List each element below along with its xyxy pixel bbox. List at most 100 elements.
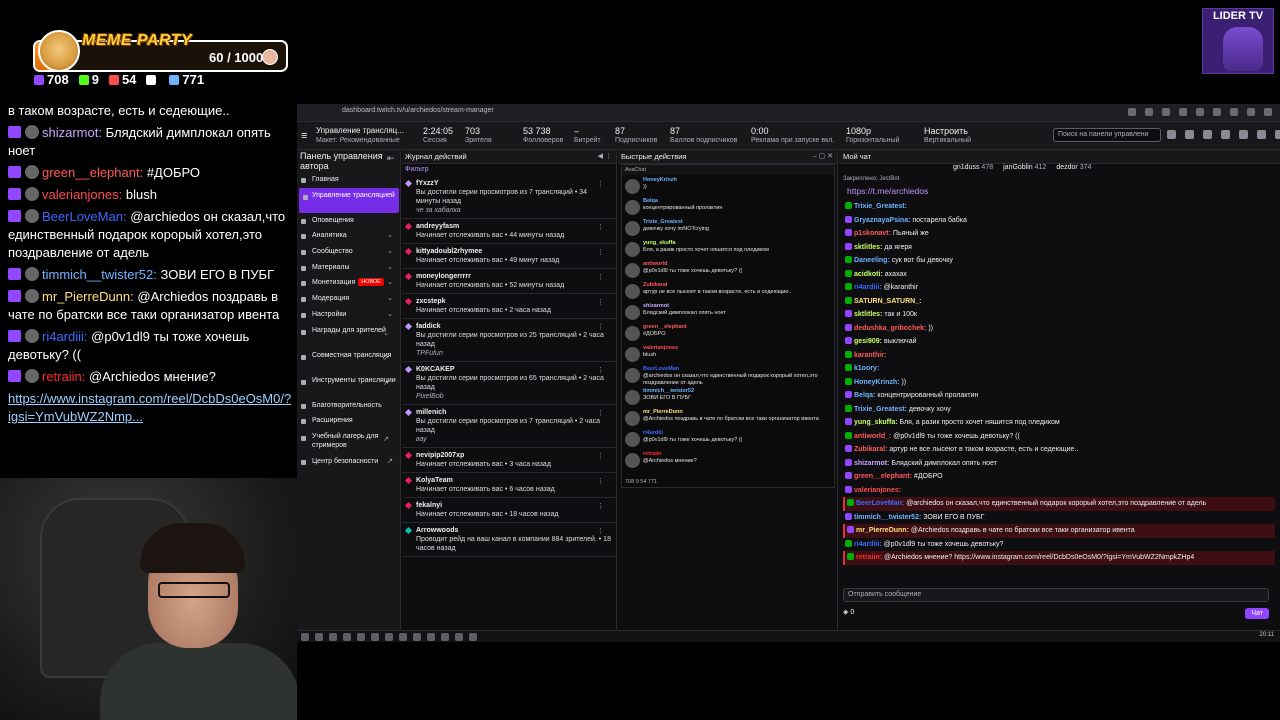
more-options-icon[interactable]: ⋮	[597, 298, 604, 307]
crown-icon[interactable]	[1203, 130, 1212, 139]
chat-username[interactable]: BeerLoveMan:	[856, 500, 904, 507]
nav-item[interactable]: Оповещения	[297, 213, 401, 229]
panel-controls-icon[interactable]: ◀ ⋮	[598, 152, 612, 160]
nav-item[interactable]: Управление трансляцией	[299, 187, 399, 213]
activity-feed-item[interactable]: KolyaTeam Начинает отслеживать вас • 6 ча…	[402, 473, 616, 498]
more-options-icon[interactable]: ⋮	[597, 323, 604, 332]
feed-username[interactable]: andreyyfasm	[416, 222, 612, 231]
external-link-icon[interactable]: ↗	[383, 379, 389, 388]
help-icon[interactable]	[1185, 130, 1194, 139]
nav-item[interactable]: Сообщество ⌄	[297, 244, 401, 260]
app-icon[interactable]	[455, 633, 463, 641]
app-icon[interactable]	[357, 633, 365, 641]
nav-item[interactable]: Центр безопасности ↗	[297, 454, 401, 470]
chat-username[interactable]: valerianjones:	[854, 487, 901, 494]
chat-username[interactable]: Zubikaral	[643, 282, 831, 289]
activity-feed-item[interactable]: fYxzzY Вы достигли серии просмотров из 7 …	[402, 176, 616, 219]
activity-feed-item[interactable]: millenich Вы достигли серии просмотров из…	[402, 405, 616, 448]
chat-username[interactable]: acidkoti:	[854, 271, 883, 278]
chat-username[interactable]: karanthir:	[854, 352, 886, 359]
nav-item[interactable]: Награды для зрителей ⌄	[297, 323, 397, 348]
activity-feed-item[interactable]: Arrowwoods Проводит рейд на ваш канал в к…	[402, 523, 616, 557]
stream-manager-title[interactable]: Управление трансляц... Макет: Рекомендов…	[316, 126, 404, 146]
more-options-icon[interactable]: ⋮	[597, 180, 604, 189]
more-options-icon[interactable]: ⋮	[597, 273, 604, 282]
external-link-icon[interactable]: ↗	[387, 454, 393, 470]
nav-item[interactable]: Учебный лагерь для стримеров ↗	[297, 429, 397, 454]
feed-username[interactable]: faddick	[416, 322, 612, 331]
my-chat-title[interactable]: Мой чат	[843, 152, 871, 161]
window-controls-icon[interactable]: – ▢ ✕	[813, 152, 833, 160]
inbox-icon[interactable]	[1221, 130, 1230, 139]
chat-username[interactable]: Trixie_Greatest:	[854, 406, 907, 413]
chat-input[interactable]: Отправить сообщение	[843, 588, 1269, 602]
bits-icon[interactable]	[1275, 130, 1280, 139]
chat-username[interactable]: mr_PierreDunn	[643, 409, 831, 416]
activity-feed-item[interactable]: kittyadoubl2rhymee Начинает отслеживать в…	[402, 244, 616, 269]
feed-username[interactable]: zxcstepk	[416, 297, 612, 306]
chat-username[interactable]: timmich__twister52	[643, 388, 831, 395]
chat-username[interactable]: BeerLoveMan	[643, 366, 831, 373]
chat-username[interactable]: shizarmot:	[854, 460, 889, 467]
nav-item[interactable]: Благотворительность	[297, 398, 401, 414]
nav-item[interactable]: Совместная трансляция ↗	[297, 348, 397, 373]
chat-username[interactable]: Trixie_Greatest:	[854, 203, 907, 210]
chat-username[interactable]: sktlitles:	[854, 244, 882, 251]
feed-username[interactable]: kittyadoubl2rhymee	[416, 247, 612, 256]
activity-feed-item[interactable]: faddick Вы достигли серии просмотров из 2…	[402, 319, 616, 362]
browser-icon[interactable]	[329, 633, 337, 641]
windows-start-icon[interactable]	[301, 633, 309, 641]
chevron-down-icon[interactable]: ⌄	[387, 275, 393, 291]
chevron-down-icon[interactable]: ⌄	[387, 228, 393, 244]
chat-username[interactable]: GryaznayaPsina:	[854, 217, 910, 224]
chat-username[interactable]: mr_PierreDunn:	[856, 527, 909, 534]
chat-username[interactable]: shizarmot	[643, 303, 831, 310]
chat-username[interactable]: ri4ardiii:	[854, 284, 882, 291]
more-options-icon[interactable]: ⋮	[597, 527, 604, 536]
more-options-icon[interactable]: ⋮	[597, 452, 604, 461]
feed-username[interactable]: KolyaTeam	[416, 476, 612, 485]
feed-filter-button[interactable]: Фильтр	[405, 166, 429, 173]
nav-item[interactable]: Инструменты трансляции ↗	[297, 373, 397, 398]
chat-username[interactable]: green__elephant	[643, 324, 831, 331]
star-icon[interactable]	[1145, 108, 1153, 116]
app-icon[interactable]	[441, 633, 449, 641]
chat-send-button[interactable]: Чат	[1245, 608, 1269, 619]
activity-feed-item[interactable]: moneylongerrrrr Начинает отслеживать вас …	[402, 269, 616, 294]
search-icon[interactable]	[1128, 108, 1136, 116]
extension-icon[interactable]	[1162, 108, 1170, 116]
chat-username[interactable]: p1skonavt:	[854, 230, 891, 237]
chat-username[interactable]: retraiin	[643, 451, 831, 458]
app-icon[interactable]	[413, 633, 421, 641]
chat-username[interactable]: retraiin:	[856, 554, 882, 561]
more-options-icon[interactable]: ⋮	[597, 502, 604, 511]
more-options-icon[interactable]: ⋮	[597, 223, 604, 232]
chat-username[interactable]: Trixie_Greatest	[643, 219, 831, 226]
search-icon[interactable]	[315, 633, 323, 641]
hamburger-icon[interactable]: ≡	[301, 130, 307, 142]
chat-username[interactable]: Belqa:	[854, 392, 875, 399]
app-icon[interactable]	[399, 633, 407, 641]
activity-feed-item[interactable]: zxcstepk Начинает отслеживать вас • 2 час…	[402, 294, 616, 319]
chevron-down-icon[interactable]: ⌄	[387, 307, 393, 323]
app-icon[interactable]	[427, 633, 435, 641]
chat-username[interactable]: HoneyKrinzh	[643, 177, 831, 184]
profile-icon[interactable]	[1247, 108, 1255, 116]
chevron-down-icon[interactable]: ⌄	[387, 260, 393, 276]
whispers-icon[interactable]	[1239, 130, 1248, 139]
dashboard-search-input[interactable]: Поиск на панели управлени	[1053, 128, 1161, 142]
chat-username[interactable]: Belqa	[643, 198, 831, 205]
search-icon[interactable]	[1167, 130, 1176, 139]
more-options-icon[interactable]: ⋮	[597, 477, 604, 486]
external-link-icon[interactable]: ↗	[383, 435, 389, 444]
extension-icon[interactable]	[1213, 108, 1221, 116]
feed-username[interactable]: Arrowwoods	[416, 526, 612, 535]
menu-icon[interactable]	[1264, 108, 1272, 116]
nav-item[interactable]: Расширения	[297, 413, 401, 429]
chevron-down-icon[interactable]: ⌄	[383, 329, 389, 338]
collapse-icon[interactable]: ⇤	[387, 153, 395, 164]
chat-username[interactable]: ri4ardiii	[643, 430, 831, 437]
quick-actions-title[interactable]: Быстрые действия	[621, 152, 686, 161]
chat-username[interactable]: yung_skuffa	[643, 240, 831, 247]
leaderboard-entry[interactable]: dezdor 374	[1056, 164, 1091, 176]
